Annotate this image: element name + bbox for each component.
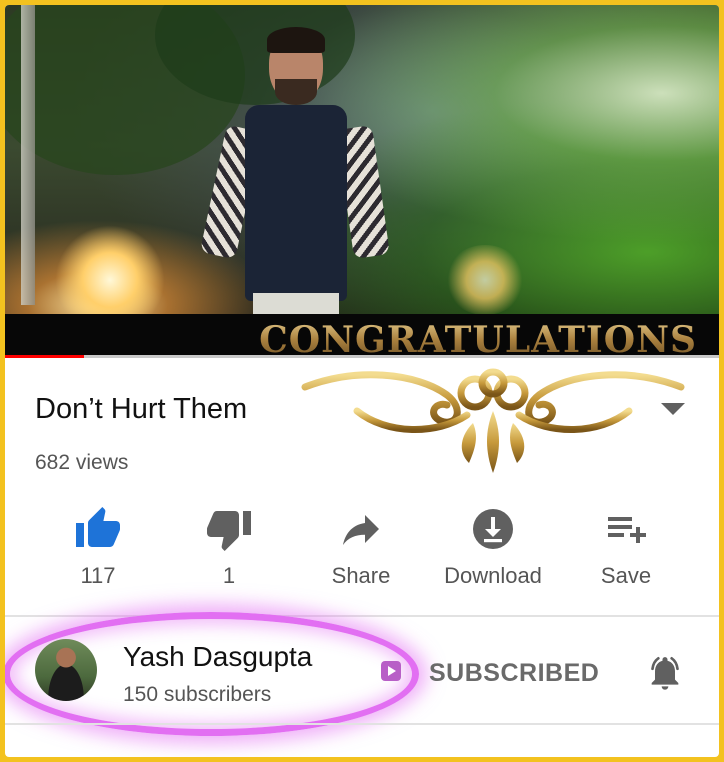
divider [5,723,719,725]
sparkler-light [445,245,525,315]
channel-avatar[interactable] [35,639,97,701]
chevron-down-icon[interactable] [661,403,685,415]
download-button[interactable]: Download [428,503,558,599]
gold-ornament-decoration [301,368,685,473]
progress-bar-fill [5,355,84,358]
add-to-playlist-icon [608,517,646,543]
app-frame: CONGRATULATIONS Don’t Hurt Them 682 view… [5,5,719,757]
video-title[interactable]: Don’t Hurt Them [35,393,247,426]
save-label: Save [600,563,652,588]
channel-row: Yash Dasgupta 150 subscribers SUBSCRIBED [5,612,719,736]
action-bar: 117 1 Share Download Save [5,503,719,599]
progress-bar[interactable] [5,355,719,358]
tree-trunk [21,5,35,305]
view-count: 682 views [35,451,129,474]
like-button[interactable]: 117 [33,503,163,599]
notification-bell-icon[interactable] [645,653,685,693]
like-count: 117 [80,563,116,588]
subscribed-button[interactable]: SUBSCRIBED [429,659,599,688]
share-icon [343,515,379,545]
play-badge-icon [381,661,401,681]
share-label: Share [331,563,391,588]
save-button[interactable]: Save [561,503,691,599]
download-icon [473,509,513,549]
thumbs-up-icon [76,507,120,547]
share-button[interactable]: Share [296,503,426,599]
dislike-count: 1 [222,563,236,588]
dislike-button[interactable]: 1 [164,503,294,599]
overlay-congratulations-text: CONGRATULATIONS [259,319,697,358]
download-label: Download [444,563,542,588]
thumbs-down-icon [207,511,251,551]
subscriber-count: 150 subscribers [123,683,272,706]
channel-name[interactable]: Yash Dasgupta [123,641,312,673]
video-person [199,27,390,333]
video-player[interactable]: CONGRATULATIONS [5,5,719,358]
